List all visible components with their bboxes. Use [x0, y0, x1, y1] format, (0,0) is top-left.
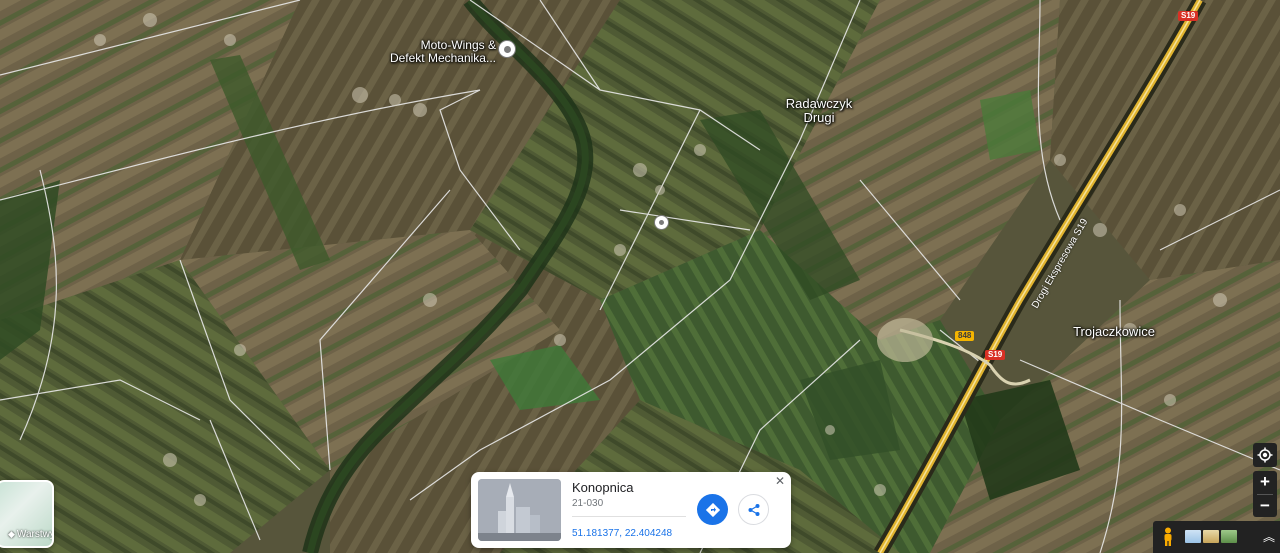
close-icon[interactable]: ✕ [773, 474, 787, 488]
my-location-icon [1257, 447, 1273, 463]
zoom-out-button[interactable]: − [1253, 495, 1277, 518]
place-name: Konopnica [572, 480, 634, 495]
bottom-controls-bar: ︽ [1153, 521, 1280, 553]
road-badge-s19-mid: S19 [985, 350, 1006, 360]
satellite-map[interactable]: Moto-Wings & Defekt Mechanika... Radawcz… [0, 0, 1280, 553]
directions-icon [705, 502, 720, 517]
share-icon [748, 503, 759, 516]
layers-button[interactable]: ◆ Warstwy [0, 480, 54, 548]
pegman-icon[interactable] [1161, 527, 1175, 547]
building-photo-icon [478, 479, 561, 541]
zoom-in-button[interactable]: + [1253, 471, 1277, 494]
coordinates-link[interactable]: 51.181377, 22.404248 [572, 528, 672, 539]
village-label-trojaczkowice[interactable]: Trojaczkowice [1062, 325, 1166, 339]
share-button[interactable] [738, 494, 769, 525]
layers-label: Warstwy [16, 529, 54, 540]
directions-button[interactable] [697, 494, 728, 525]
map-imagery [0, 0, 1280, 553]
my-location-button[interactable] [1253, 443, 1277, 467]
place-info-card[interactable]: Konopnica 21-030 51.181377, 22.404248 ✕ [471, 472, 791, 548]
road-badge-s19-top: S19 [1178, 11, 1199, 21]
imagery-thumbnails[interactable] [1185, 530, 1237, 543]
thumbnail-satellite[interactable] [1221, 530, 1237, 543]
layers-icon: ◆ [8, 529, 15, 539]
thumbnail-terrain[interactable] [1203, 530, 1219, 543]
postal-code: 21-030 [572, 498, 604, 509]
poi-label[interactable]: Moto-Wings & Defekt Mechanika... [376, 39, 496, 65]
expand-chevron-icon[interactable]: ︽ [1263, 528, 1275, 545]
layers-label-group: ◆ Warstwy [8, 529, 54, 540]
zoom-controls: + − [1253, 471, 1277, 517]
selected-location-pin-icon[interactable] [654, 215, 669, 230]
village-label-radawczyk[interactable]: Radawczyk Drugi [772, 97, 866, 125]
road-badge-848: 848 [955, 331, 975, 341]
thumbnail-sky[interactable] [1185, 530, 1201, 543]
poi-pin-icon[interactable] [498, 40, 516, 58]
card-divider [572, 516, 686, 517]
place-photo-thumbnail[interactable] [478, 479, 561, 541]
